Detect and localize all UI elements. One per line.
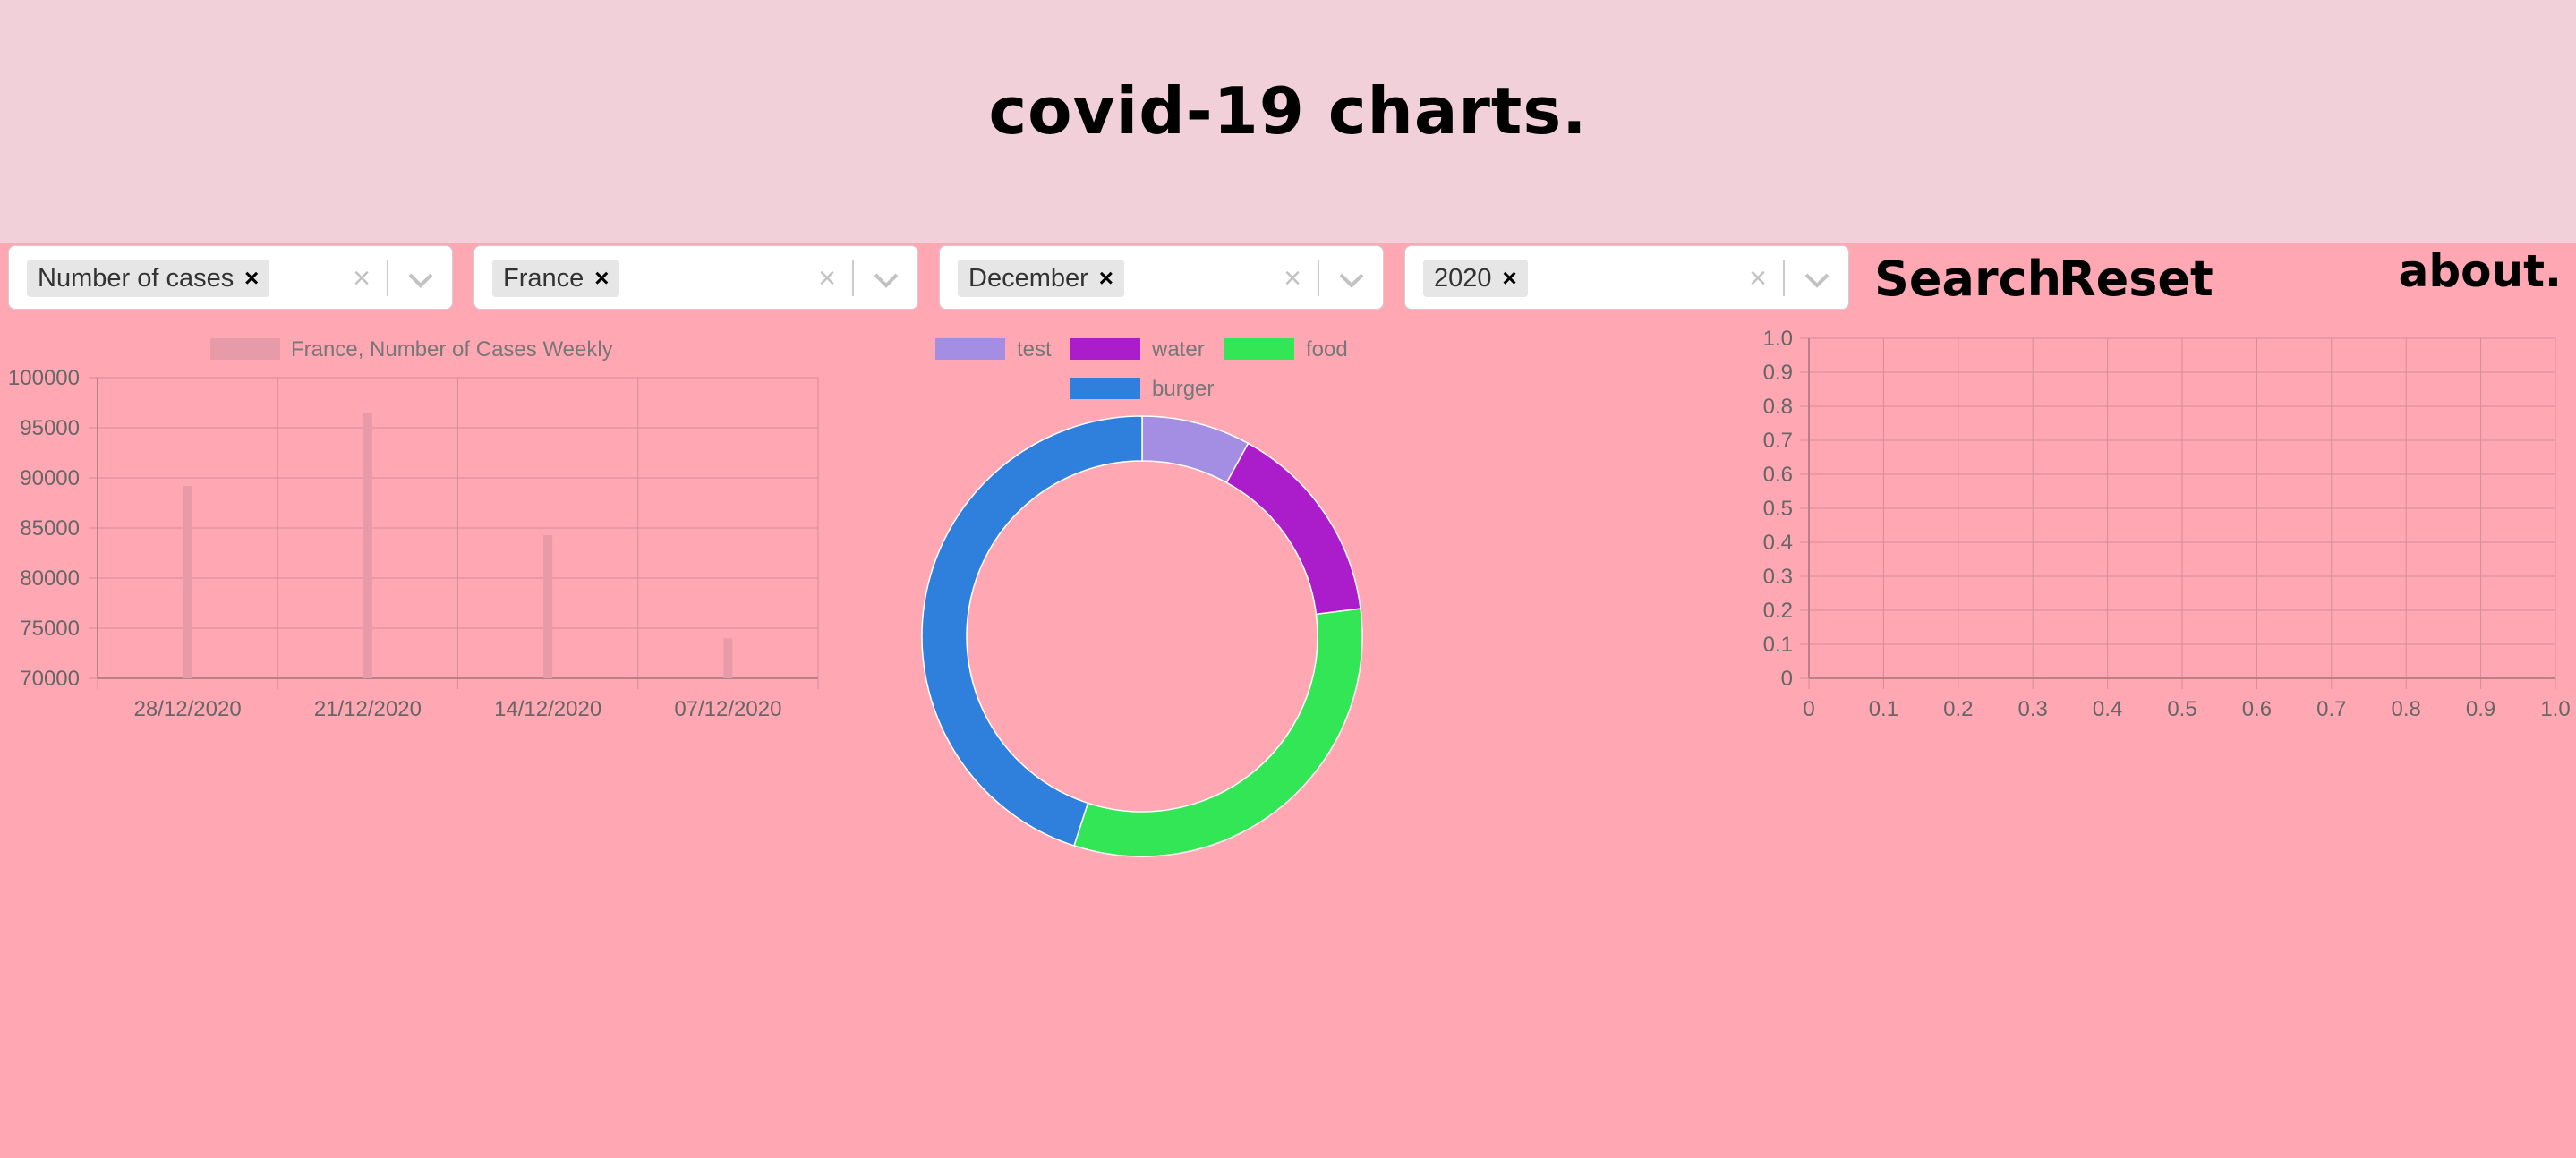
donut-chart: test water food burger [921,337,1363,857]
weekly-cases-bar-chart: France, Number of Cases Weekly 100000 9500… [8,337,819,721]
legend-label: food [1306,337,1348,362]
x-tick-label: 0.2 [1943,697,1973,721]
x-tick-label: 0.8 [2392,697,2421,721]
x-tick-label: 0.3 [2018,697,2048,721]
y-tick-label: 0.2 [1763,599,1793,623]
legend-swatch [935,338,1005,360]
y-tick-label: 0.6 [1763,463,1793,487]
x-tick-label: 0.1 [1869,697,1898,721]
x-tick-label: 14/12/2020 [494,697,601,721]
y-tick-label: 100000 [8,366,80,390]
x-tick-label: 28/12/2020 [134,697,242,721]
y-tick-label: 0.3 [1763,565,1793,589]
y-tick-label: 0.1 [1763,633,1793,657]
y-tick-label: 90000 [20,466,80,490]
x-tick-label: 0.6 [2242,697,2272,721]
charts-area: France, Number of Cases Weekly 100000 9500… [8,327,2571,857]
donut-slice [921,415,1143,847]
y-tick-label: 0.5 [1763,497,1793,521]
legend-label: test [1017,337,1052,362]
y-tick-label: 75000 [20,617,80,641]
y-tick-label: 0.7 [1763,429,1793,453]
y-tick-label: 0 [1781,667,1793,691]
x-tick-label: 0 [1803,697,1814,721]
empty-scatter-chart: 1.0 0.9 0.8 0.7 0.6 0.5 0.4 0.3 0.2 0.1 00 0.1 0.2 0.… [1763,327,2571,721]
y-tick-label: 0.4 [1763,531,1793,555]
x-tick-label: 0.9 [2466,697,2495,721]
x-tick-label: 21/12/2020 [314,697,422,721]
y-tick-label: 0.9 [1763,361,1793,385]
legend-label: water [1151,337,1205,362]
bar [543,534,553,678]
bar [363,413,372,678]
legend-swatch [210,338,280,360]
legend-swatch [1070,338,1140,360]
donut-slice [1225,442,1361,616]
bar [183,485,192,678]
legend-swatch [1070,378,1140,399]
legend-swatch [1224,338,1294,360]
legend-label: burger [1152,377,1214,401]
y-tick-label: 95000 [20,416,80,440]
y-tick-label: 80000 [20,566,80,591]
x-tick-label: 0.7 [2316,697,2346,721]
y-tick-label: 70000 [20,667,80,691]
y-tick-label: 85000 [20,516,80,541]
x-tick-label: 0.4 [2093,697,2122,721]
x-tick-label: 0.5 [2167,697,2196,721]
x-tick-label: 1.0 [2540,697,2570,721]
donut-slice [1073,608,1363,857]
legend-label: France, Number of Cases Weekly [291,337,613,362]
bar [723,638,733,678]
y-tick-label: 1.0 [1763,327,1793,351]
y-tick-label: 0.8 [1763,395,1793,419]
x-tick-label: 07/12/2020 [674,697,781,721]
